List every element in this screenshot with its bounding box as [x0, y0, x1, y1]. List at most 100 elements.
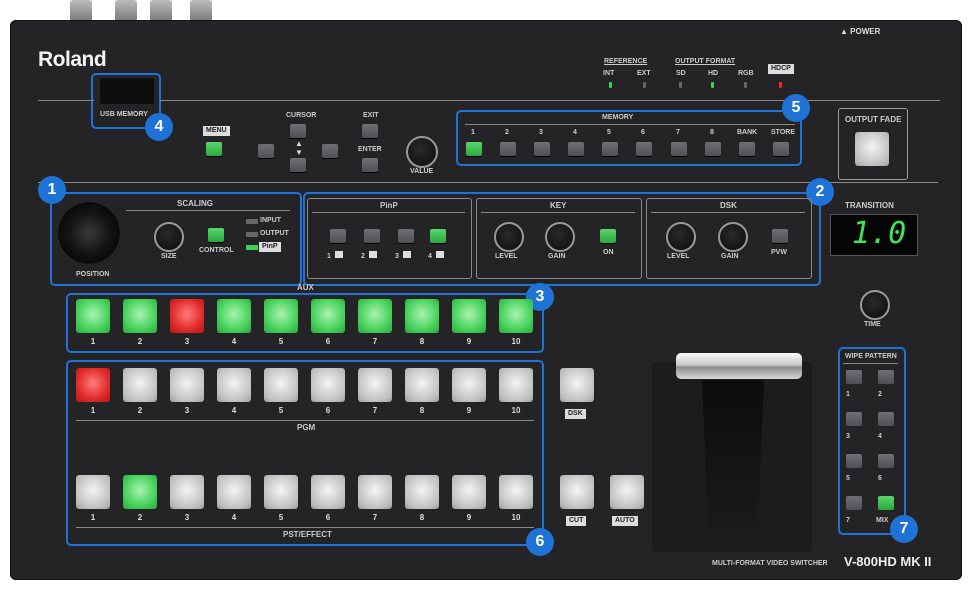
pgm-button-label: 5 [278, 406, 284, 415]
memory-bank-button[interactable] [739, 142, 755, 156]
key-on-button[interactable] [600, 229, 616, 243]
pst-button-1[interactable] [76, 475, 110, 509]
scaling-control-button[interactable] [208, 228, 224, 242]
aux-button-4[interactable] [217, 299, 251, 333]
size-knob[interactable] [154, 222, 184, 252]
memory-store-button[interactable] [773, 142, 789, 156]
memory-button-8[interactable] [705, 142, 721, 156]
aux-button-7[interactable] [358, 299, 392, 333]
wipe-button-4[interactable] [878, 412, 894, 426]
memory-label: STORE [771, 129, 795, 136]
pst-button-3[interactable] [170, 475, 204, 509]
memory-button-1[interactable] [466, 142, 482, 156]
memory-button-4[interactable] [568, 142, 584, 156]
pgm-button-3[interactable] [170, 368, 204, 402]
cursor-up-button[interactable] [290, 124, 306, 138]
wipe-button-7[interactable] [846, 496, 862, 510]
pgm-button-6[interactable] [311, 368, 345, 402]
memory-button-5[interactable] [602, 142, 618, 156]
enter-button[interactable] [362, 158, 378, 172]
pst-button-label: 4 [231, 513, 237, 522]
memory-button-2[interactable] [500, 142, 516, 156]
key-gain-knob[interactable] [545, 222, 575, 252]
pgm-button-10[interactable] [499, 368, 533, 402]
aux-button-1[interactable] [76, 299, 110, 333]
pgm-button-2[interactable] [123, 368, 157, 402]
aux-button-2[interactable] [123, 299, 157, 333]
wipe-button-6[interactable] [878, 454, 894, 468]
memory-button-7[interactable] [671, 142, 687, 156]
aux-button-label: 2 [137, 337, 143, 346]
pinp-label-4: 4 [428, 253, 432, 260]
wipe-label-2: 2 [878, 391, 882, 398]
aux-button-3[interactable] [170, 299, 204, 333]
dsk-take-button[interactable] [560, 368, 594, 402]
dsk-gain-knob[interactable] [718, 222, 748, 252]
pst-button-10[interactable] [499, 475, 533, 509]
hdcp-led [779, 82, 782, 88]
wipe-mix-button[interactable] [878, 496, 894, 510]
pst-button-7[interactable] [358, 475, 392, 509]
pgm-title: PGM [297, 423, 316, 432]
memory-button-6[interactable] [636, 142, 652, 156]
format-hd-label: HD [708, 70, 719, 77]
time-knob[interactable] [860, 290, 890, 320]
memory-button-3[interactable] [534, 142, 550, 156]
pst-button-9[interactable] [452, 475, 486, 509]
t-bar-fader[interactable] [702, 380, 764, 530]
exit-button[interactable] [362, 124, 378, 138]
pgm-button-7[interactable] [358, 368, 392, 402]
key-level-knob[interactable] [494, 222, 524, 252]
pst-button-8[interactable] [405, 475, 439, 509]
aux-button-6[interactable] [311, 299, 345, 333]
pinp-button-2[interactable] [364, 229, 380, 243]
output-fade-button[interactable] [855, 132, 889, 166]
aux-button-10[interactable] [499, 299, 533, 333]
pgm-button-label: 4 [231, 406, 237, 415]
pst-button-4[interactable] [217, 475, 251, 509]
wipe-button-5[interactable] [846, 454, 862, 468]
wipe-button-3[interactable] [846, 412, 862, 426]
pgm-button-label: 6 [325, 406, 331, 415]
cursor-left-button[interactable] [258, 144, 274, 158]
pst-button-6[interactable] [311, 475, 345, 509]
auto-button[interactable] [610, 475, 644, 509]
t-bar-handle[interactable] [676, 353, 802, 379]
position-joystick[interactable] [58, 202, 120, 264]
pgm-button-label: 8 [419, 406, 425, 415]
cursor-right-button[interactable] [322, 144, 338, 158]
wipe-button-1[interactable] [846, 370, 862, 384]
aux-button-9[interactable] [452, 299, 486, 333]
pinp-button-4[interactable] [430, 229, 446, 243]
divider [38, 182, 938, 183]
pgm-button-8[interactable] [405, 368, 439, 402]
dsk-pvw-button[interactable] [772, 229, 788, 243]
wipe-button-2[interactable] [878, 370, 894, 384]
pst-button-5[interactable] [264, 475, 298, 509]
enter-label: ENTER [358, 146, 382, 153]
value-knob[interactable] [406, 136, 438, 168]
memory-title: MEMORY [602, 114, 634, 121]
pst-button-2[interactable] [123, 475, 157, 509]
key-level-label: LEVEL [495, 253, 518, 260]
memory-label: 6 [641, 129, 645, 136]
pgm-button-4[interactable] [217, 368, 251, 402]
pgm-button-1[interactable] [76, 368, 110, 402]
pinp-button-3[interactable] [398, 229, 414, 243]
pinp-pattern-icon [403, 251, 411, 258]
pgm-button-label: 2 [137, 406, 143, 415]
pgm-button-9[interactable] [452, 368, 486, 402]
menu-button[interactable] [206, 142, 222, 156]
output-format-title: OUTPUT FORMAT [675, 58, 736, 65]
cut-button[interactable] [560, 475, 594, 509]
aux-button-5[interactable] [264, 299, 298, 333]
memory-rule [465, 124, 795, 125]
memory-label: 7 [676, 129, 680, 136]
aux-button-8[interactable] [405, 299, 439, 333]
pgm-button-5[interactable] [264, 368, 298, 402]
cursor-down-button[interactable] [290, 158, 306, 172]
pinp-pattern-icon [369, 251, 377, 258]
pinp-button-1[interactable] [330, 229, 346, 243]
dsk-level-knob[interactable] [666, 222, 696, 252]
pgm-button-label: 1 [90, 406, 96, 415]
